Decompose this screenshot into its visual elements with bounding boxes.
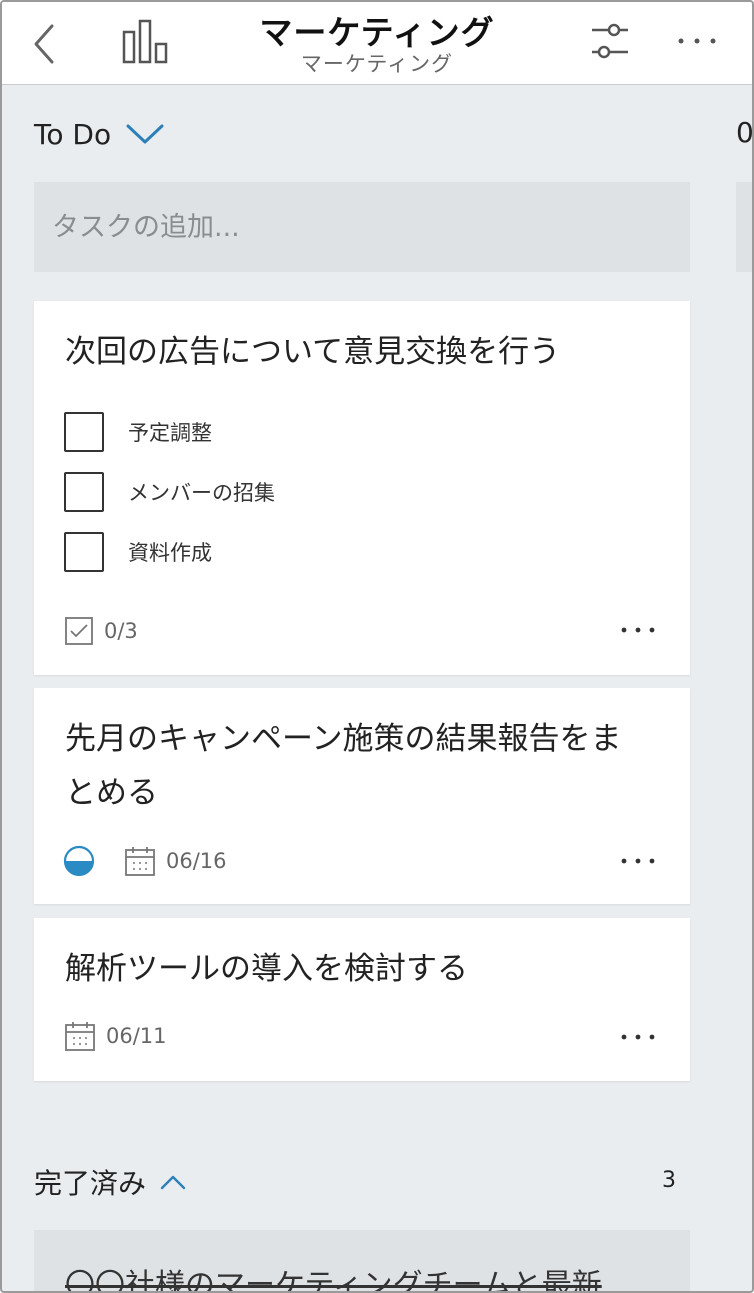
completed-task-title: 〇〇社様のマーケティングチームと最新 — [65, 1268, 602, 1293]
checklist-item-label: メンバーの招集 — [128, 481, 275, 505]
due-date: 06/11 — [106, 1024, 167, 1048]
task-meta: 06/11 — [64, 1020, 167, 1052]
task-more-button[interactable] — [620, 854, 656, 868]
filter-button[interactable] — [588, 18, 632, 66]
task-meta: 06/16 — [62, 844, 227, 878]
next-bucket-add-task-stub[interactable] — [736, 182, 752, 272]
completed-count: 3 — [662, 1168, 676, 1193]
task-card[interactable]: 解析ツールの導入を検討する 06/11 — [34, 918, 690, 1081]
checklist-checkbox[interactable] — [64, 412, 104, 452]
more-options-button[interactable] — [674, 26, 720, 56]
checklist-item: 資料作成 — [64, 532, 212, 572]
checklist-icon — [65, 617, 93, 645]
checklist-checkbox[interactable] — [64, 472, 104, 512]
add-task-input[interactable] — [34, 182, 690, 272]
chevron-up-icon — [160, 1175, 186, 1190]
completed-label: 完了済み — [34, 1167, 147, 1200]
task-card[interactable]: 次回の広告について意見交換を行う 予定調整 メンバーの招集 資料作成 0/3 — [34, 301, 690, 675]
filter-icon — [592, 23, 628, 59]
checklist-item-label: 予定調整 — [128, 421, 212, 445]
calendar-icon — [125, 847, 155, 876]
checklist-checkbox[interactable] — [64, 532, 104, 572]
checklist-item: メンバーの招集 — [64, 472, 275, 512]
chevron-down-icon — [126, 124, 164, 144]
bucket-name: To Do — [34, 117, 112, 151]
more-icon — [678, 38, 716, 44]
checklist-item: 予定調整 — [64, 412, 212, 452]
next-bucket-label: 0 — [736, 116, 754, 149]
checklist-item-label: 資料作成 — [128, 541, 212, 565]
task-more-button[interactable] — [620, 623, 656, 637]
task-title-line: 先月のキャンペーン施策の結果報告をま — [65, 721, 622, 757]
app-frame: マーケティング マーケティング To Do 0 次回の広 — [0, 0, 754, 1293]
plan-title: マーケティング — [259, 13, 495, 52]
completed-task-card[interactable]: 〇〇社様のマーケティングチームと最新 — [34, 1230, 690, 1293]
task-card[interactable]: 先月のキャンペーン施策の結果報告をま とめる 06/16 — [34, 688, 690, 904]
bucket-selector[interactable]: To Do — [34, 114, 165, 154]
due-date: 06/16 — [166, 849, 227, 873]
top-app-bar: マーケティング マーケティング — [2, 2, 752, 85]
plan-subtitle: マーケティング — [300, 52, 454, 76]
task-more-button[interactable] — [620, 1030, 656, 1044]
task-title-line: とめる — [65, 775, 158, 811]
task-title: 解析ツールの導入を検討する — [65, 951, 468, 987]
task-title: 次回の広告について意見交換を行う — [65, 334, 561, 370]
task-title: 先月のキャンペーン施策の結果報告をま とめる — [65, 712, 666, 820]
checklist-progress: 0/3 — [64, 616, 138, 646]
progress-half-icon — [63, 845, 95, 877]
calendar-icon — [65, 1022, 95, 1051]
checklist-progress-text: 0/3 — [104, 619, 138, 643]
completed-section-toggle[interactable]: 完了済み — [34, 1164, 186, 1200]
